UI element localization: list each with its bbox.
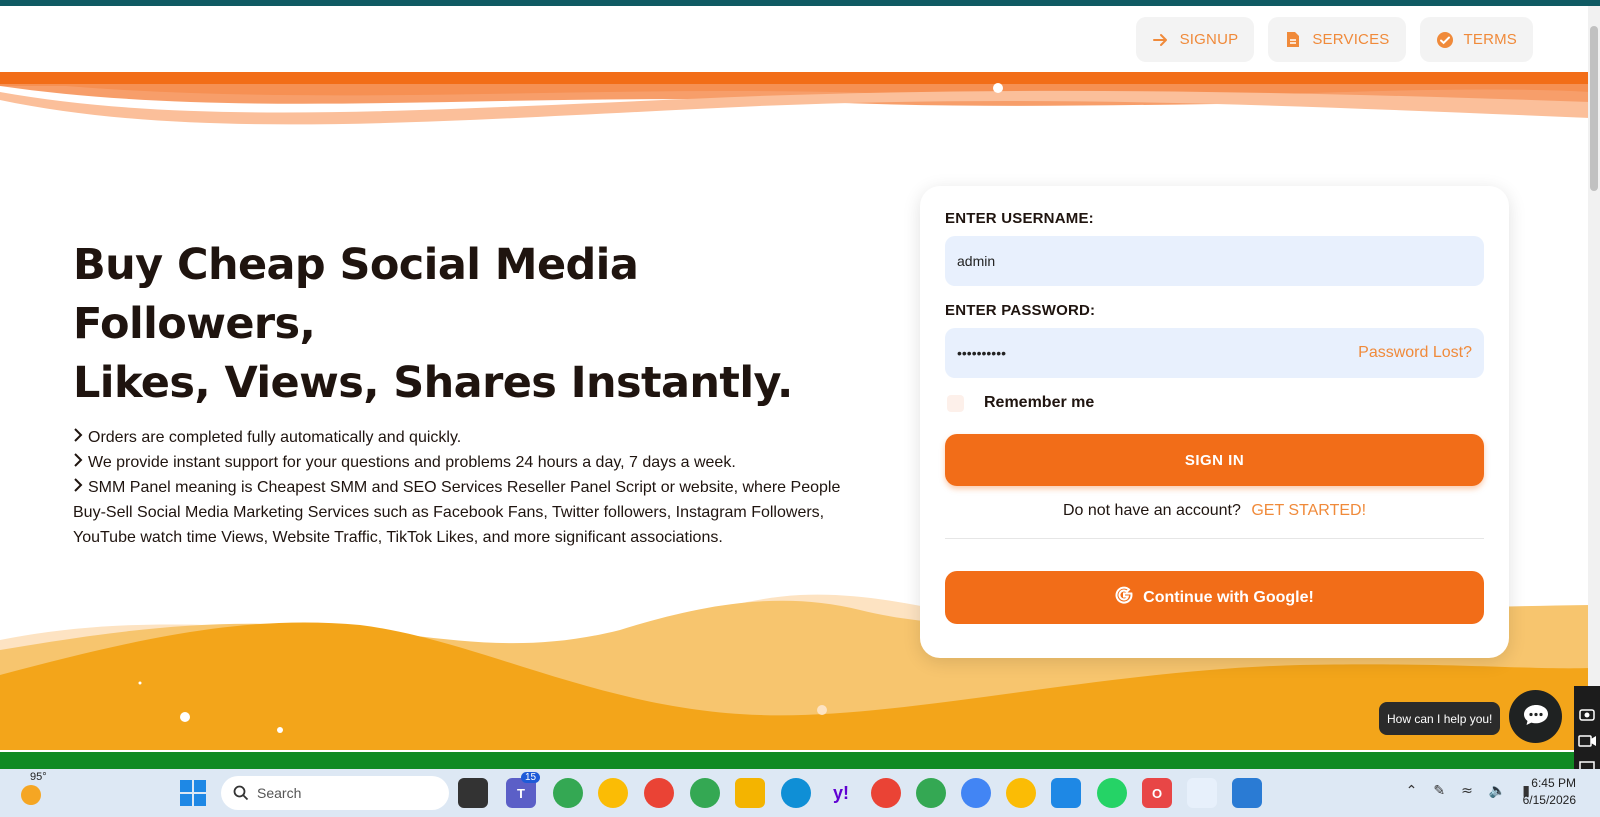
remember-checkbox[interactable]	[947, 394, 964, 412]
signup-button[interactable]: SIGNUP	[1135, 17, 1255, 62]
top-wave-decoration	[0, 72, 1590, 125]
chevron-right-icon	[73, 450, 86, 475]
hero-point: Orders are completed fully automatically…	[73, 425, 863, 450]
pen-icon[interactable]: ✎	[1433, 783, 1445, 799]
arrow-right-icon	[1152, 31, 1170, 49]
page: SIGNUP SERVICES TERMS Buy Cheap Social M…	[0, 0, 1600, 817]
chrome-icon[interactable]	[598, 778, 628, 808]
teams-badge: 15	[521, 772, 541, 783]
yahoo-icon[interactable]: y!	[826, 778, 856, 808]
search-placeholder: Search	[257, 785, 302, 801]
account-text: Do not have an account?	[1062, 502, 1241, 519]
check-circle-icon	[1436, 31, 1454, 49]
chrome-icon[interactable]	[871, 778, 901, 808]
hero-point: We provide instant support for your ques…	[73, 450, 863, 475]
chrome-icon[interactable]	[961, 778, 991, 808]
sign-in-button[interactable]: SIGN IN	[945, 434, 1484, 486]
chevron-right-icon	[73, 475, 86, 500]
username-field[interactable]: admin	[945, 236, 1484, 286]
hero-title-line-2: Likes, Views, Shares Instantly.	[73, 358, 793, 408]
chrome-icon[interactable]	[690, 778, 720, 808]
clock-time: 6:45 PM	[1531, 776, 1576, 790]
volume-muted-icon[interactable]: 🔈	[1489, 783, 1506, 799]
username-value: admin	[957, 253, 996, 269]
chrome-icon[interactable]	[1006, 778, 1036, 808]
divider	[945, 538, 1484, 539]
password-label: ENTER PASSWORD:	[945, 302, 1096, 319]
chat-app-icon[interactable]	[1051, 778, 1081, 808]
services-button[interactable]: SERVICES	[1268, 17, 1406, 62]
top-nav: SIGNUP SERVICES TERMS	[1135, 17, 1533, 62]
chrome-icon[interactable]	[916, 778, 946, 808]
signup-label: SIGNUP	[1179, 31, 1239, 48]
google-icon	[1115, 586, 1133, 609]
snipping-tool-icon[interactable]	[1187, 778, 1217, 808]
top-accent-bar	[0, 0, 1600, 6]
scroll-thumb[interactable]	[1590, 26, 1598, 191]
remember-label[interactable]: Remember me	[984, 394, 1094, 412]
google-label: Continue with Google!	[1143, 588, 1314, 606]
hero-point-text: We provide instant support for your ques…	[88, 454, 736, 471]
taskbar-clock[interactable]: 6:45 PM 6/15/2026	[1523, 775, 1576, 809]
wifi-icon[interactable]: ≈	[1461, 783, 1473, 799]
services-label: SERVICES	[1312, 31, 1390, 48]
system-tray: ⌃ ✎ ≈ 🔈 ▮	[1406, 783, 1530, 799]
login-card: ENTER USERNAME: admin ENTER PASSWORD: ••…	[920, 186, 1509, 658]
file-explorer-icon[interactable]	[735, 778, 765, 808]
hero-title: Buy Cheap Social Media Followers, Likes,…	[73, 236, 863, 413]
photos-icon[interactable]	[1232, 778, 1262, 808]
taskbar-search[interactable]: Search	[221, 776, 449, 810]
terms-button[interactable]: TERMS	[1419, 17, 1533, 62]
chrome-icon[interactable]	[553, 778, 583, 808]
green-footer-strip	[0, 752, 1590, 769]
password-field[interactable]: •••••••••• Password Lost?	[945, 328, 1484, 378]
get-started-link[interactable]: GET STARTED!	[1251, 502, 1366, 519]
hero-point: SMM Panel meaning is Cheapest SMM and SE…	[73, 475, 863, 550]
terms-label: TERMS	[1463, 31, 1517, 48]
hero-point-text: SMM Panel meaning is Cheapest SMM and SE…	[73, 479, 841, 546]
chevron-up-icon[interactable]: ⌃	[1406, 783, 1418, 799]
google-signin-button[interactable]: Continue with Google!	[945, 571, 1484, 624]
weather-temperature: 95°	[30, 771, 47, 783]
clock-date: 6/15/2026	[1522, 793, 1576, 807]
hero-points: Orders are completed fully automatically…	[73, 425, 863, 550]
windows-taskbar: 95° Search T 15 y! O ⌃ ✎ ≈ 🔈 ▮ 6:45 PM 6…	[0, 769, 1600, 817]
username-label: ENTER USERNAME:	[945, 210, 1094, 227]
remember-row: Remember me	[945, 394, 1484, 412]
hero-title-line-1: Buy Cheap Social Media Followers,	[73, 240, 639, 349]
edge-icon[interactable]	[781, 778, 811, 808]
document-icon	[1284, 31, 1302, 49]
chat-icon	[1523, 704, 1549, 730]
chevron-right-icon	[73, 425, 86, 450]
password-lost-link[interactable]: Password Lost?	[1358, 344, 1472, 362]
hero-section: Buy Cheap Social Media Followers, Likes,…	[73, 236, 863, 550]
task-view-icon[interactable]	[458, 778, 488, 808]
windows-start-icon[interactable]	[180, 780, 206, 806]
whatsapp-icon[interactable]	[1097, 778, 1127, 808]
account-prompt: Do not have an account? GET STARTED!	[945, 502, 1484, 520]
hero-point-text: Orders are completed fully automatically…	[88, 429, 462, 446]
chat-button[interactable]	[1509, 690, 1562, 743]
scrollbar[interactable]	[1588, 6, 1600, 686]
chrome-icon[interactable]	[644, 778, 674, 808]
chat-prompt[interactable]: How can I help you!	[1379, 702, 1501, 735]
search-icon	[233, 785, 249, 801]
opera-icon[interactable]: O	[1142, 778, 1172, 808]
password-value: ••••••••••	[957, 345, 1007, 361]
